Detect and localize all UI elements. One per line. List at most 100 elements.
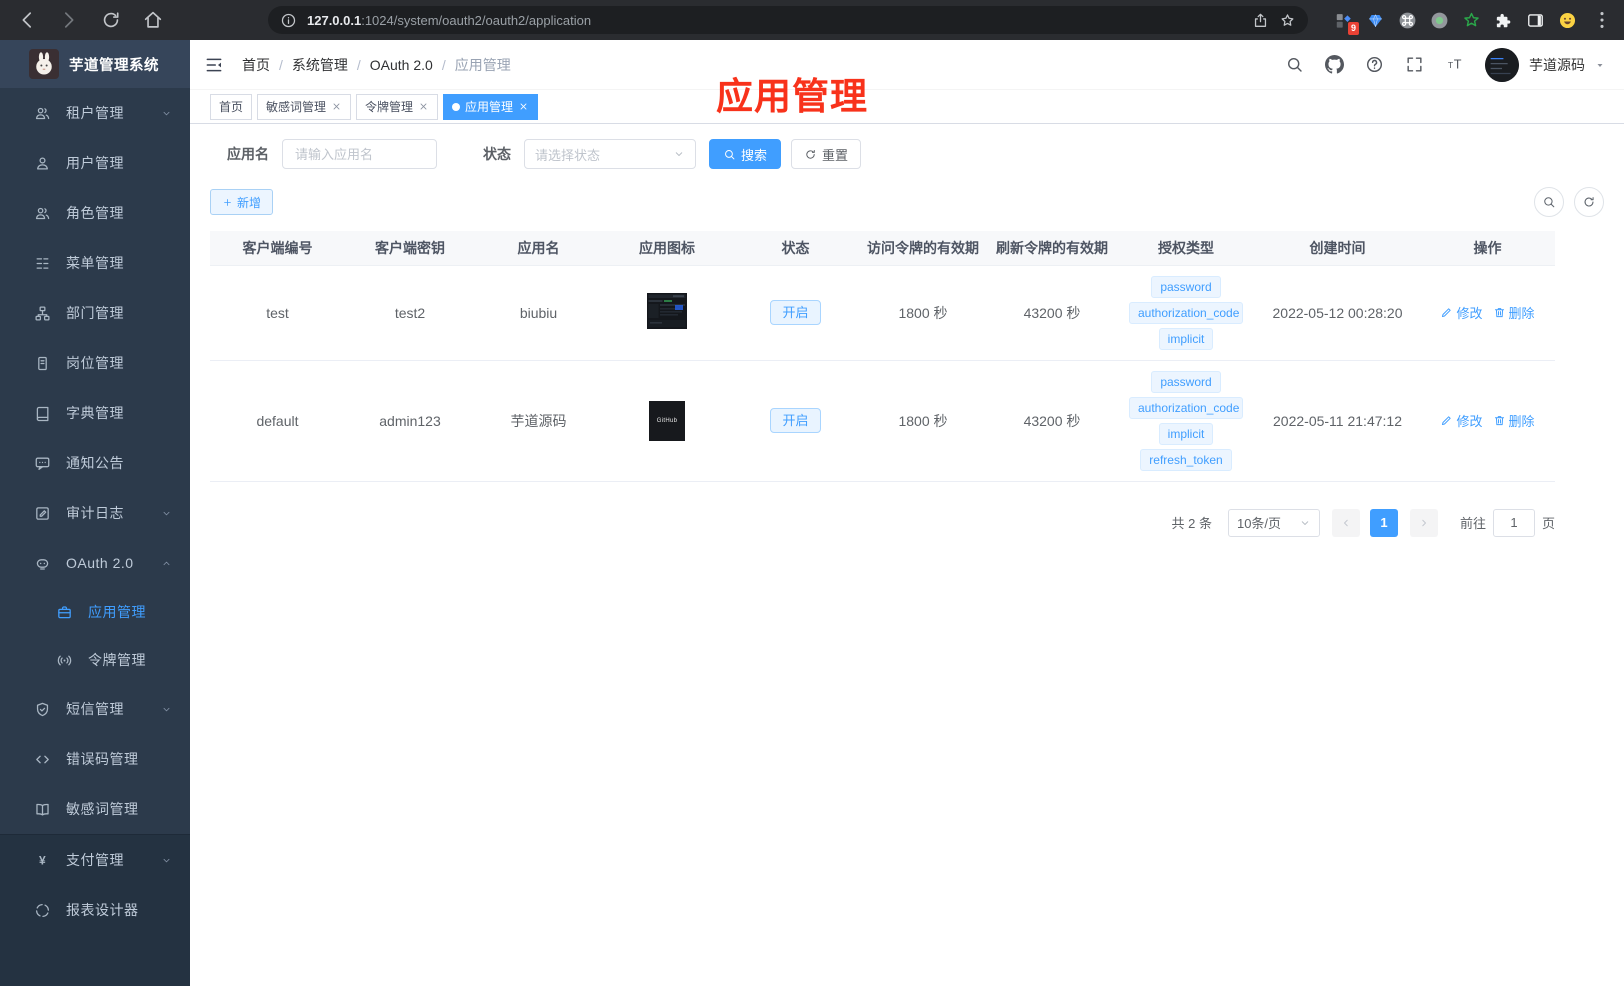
sidebar-item-label: 字典管理	[66, 405, 124, 421]
app-name-input[interactable]	[282, 139, 437, 169]
idcard-icon	[34, 355, 51, 372]
sidebar-item-role[interactable]: 角色管理	[0, 188, 190, 238]
sidebar-item-sensitive-word[interactable]: 敏感词管理	[0, 784, 190, 834]
status-select[interactable]: 请选择状态	[524, 139, 696, 169]
delete-button[interactable]: 删除	[1493, 411, 1535, 430]
compass-icon	[34, 902, 51, 919]
next-page-button[interactable]	[1409, 508, 1438, 537]
browser-reload-icon[interactable]	[100, 9, 122, 31]
sidebar-collapse-icon[interactable]	[204, 55, 224, 75]
toggle-search-button[interactable]	[1534, 187, 1564, 217]
chevron-down-icon	[161, 855, 172, 866]
browser-menu-icon[interactable]	[1591, 9, 1613, 31]
svg-text:¥: ¥	[39, 853, 46, 867]
tab-label: 应用管理	[465, 100, 514, 114]
side-panel-icon[interactable]	[1526, 11, 1545, 30]
fullscreen-icon[interactable]	[1405, 55, 1424, 74]
cell-operations: 修改 删除	[1420, 265, 1555, 361]
browser-home-icon[interactable]	[142, 9, 164, 31]
users-icon	[34, 105, 51, 122]
cell-client-id: default	[210, 360, 345, 482]
svg-text:T: T	[1454, 57, 1462, 71]
sidebar-item-label: 支付管理	[66, 852, 124, 868]
page-size-select[interactable]: 10条/页	[1227, 508, 1320, 537]
sidebar-item-tenant[interactable]: 租户管理	[0, 88, 190, 138]
breadcrumb-item[interactable]: OAuth 2.0	[370, 57, 433, 73]
site-info-icon[interactable]	[280, 12, 297, 29]
sidebar-item-menu[interactable]: 菜单管理	[0, 238, 190, 288]
sidebar-item-oauth2-application[interactable]: 应用管理	[0, 588, 190, 636]
status-label: 状态	[483, 146, 511, 162]
sidebar-item-dict[interactable]: 字典管理	[0, 388, 190, 438]
app-name-label: 应用名	[227, 146, 269, 162]
sidebar-item-label: 租户管理	[66, 105, 124, 121]
share-icon[interactable]	[1252, 12, 1269, 29]
extension-command-icon[interactable]	[1398, 11, 1417, 30]
applications-table: 客户端编号 客户端密钥 应用名 应用图标 状态 访问令牌的有效期 刷新令牌的有效期 授权类型创…	[210, 231, 1555, 482]
close-tab-icon[interactable]	[331, 101, 342, 112]
sidebar-item-sms[interactable]: 短信管理	[0, 684, 190, 734]
goto-page-input[interactable]	[1492, 508, 1535, 537]
add-button[interactable]: 新增	[210, 189, 274, 215]
extensions-puzzle-icon[interactable]	[1494, 11, 1513, 30]
profile-avatar-icon[interactable]	[1558, 11, 1577, 30]
close-tab-icon[interactable]	[518, 101, 529, 112]
cell-created-time: 2022-05-12 00:28:20	[1255, 265, 1420, 361]
url-bar[interactable]: 127.0.0.1:1024/system/oauth2/oauth2/appl…	[268, 6, 1308, 34]
tab-2[interactable]: 令牌管理	[356, 93, 439, 120]
extension-gem-icon[interactable]	[1366, 11, 1385, 30]
sidebar-item-oauth2-token[interactable]: 令牌管理	[0, 636, 190, 684]
app-icon-text: GitHub	[656, 417, 678, 424]
github-icon[interactable]	[1325, 55, 1344, 74]
extension-record-icon[interactable]	[1430, 11, 1449, 30]
bookmark-star-icon[interactable]	[1279, 12, 1296, 29]
help-icon[interactable]	[1365, 55, 1384, 74]
cell-refresh-ttl: 43200 秒	[987, 360, 1117, 482]
op-label: 修改	[1456, 414, 1483, 429]
table-tools	[1534, 187, 1604, 217]
reset-button[interactable]: 重置	[791, 139, 862, 169]
extension-star-icon[interactable]	[1462, 11, 1481, 30]
edit-button[interactable]: 修改	[1440, 303, 1483, 322]
breadcrumb-item[interactable]: 首页	[242, 55, 270, 75]
browser-forward-icon[interactable]	[58, 9, 80, 31]
tab-label: 令牌管理	[365, 100, 414, 114]
sidebar-item-pay[interactable]: ¥ 支付管理	[0, 835, 190, 885]
close-tab-icon[interactable]	[418, 101, 429, 112]
filter-form: 应用名 状态 请选择状态 搜索 重置	[210, 138, 1604, 170]
browser-back-icon[interactable]	[16, 9, 38, 31]
cell-status: 开启	[732, 265, 859, 361]
tags-view-bar: 首页 敏感词管理 令牌管理 应用管理	[190, 90, 1624, 124]
breadcrumb-item[interactable]: 系统管理	[292, 55, 348, 75]
sidebar-item-error-code[interactable]: 错误码管理	[0, 734, 190, 784]
yen-icon: ¥	[34, 852, 51, 869]
search-icon[interactable]	[1285, 55, 1304, 74]
sidebar-item-report-designer[interactable]: 报表设计器	[0, 885, 190, 935]
chevron-down-icon	[161, 508, 172, 519]
grant-type-tags: password authorization_code implicit	[1121, 275, 1251, 350]
delete-button[interactable]: 删除	[1493, 303, 1535, 322]
annotation-overlay: 应用管理	[716, 76, 868, 117]
search-button[interactable]: 搜索	[709, 139, 782, 169]
sidebar-item-user[interactable]: 用户管理	[0, 138, 190, 188]
extension-grid-icon[interactable]: 9	[1334, 11, 1359, 35]
refresh-table-button[interactable]	[1574, 187, 1604, 217]
page-number-button[interactable]: 1	[1369, 508, 1398, 537]
sidebar-item-audit-log[interactable]: 审计日志	[0, 488, 190, 538]
tab-1[interactable]: 敏感词管理	[257, 93, 352, 120]
sidebar-item-label: 报表设计器	[66, 902, 139, 918]
goto-label: 前往	[1459, 516, 1486, 531]
sidebar-item-notice[interactable]: 通知公告	[0, 438, 190, 488]
tab-3[interactable]: 应用管理	[443, 93, 539, 120]
edit-button[interactable]: 修改	[1440, 411, 1483, 430]
font-size-icon[interactable]: TT	[1445, 55, 1464, 74]
user-avatar[interactable]	[1485, 47, 1519, 82]
code-icon	[34, 751, 51, 768]
user-menu-caret-icon[interactable]	[1594, 59, 1606, 71]
sidebar-item-post[interactable]: 岗位管理	[0, 338, 190, 388]
sidebar-item-dept[interactable]: 部门管理	[0, 288, 190, 338]
sidebar-item-oauth2[interactable]: OAuth 2.0	[0, 538, 190, 588]
tab-0[interactable]: 首页	[210, 93, 253, 120]
prev-page-button[interactable]	[1331, 508, 1360, 537]
url-text: 127.0.0.1:1024/system/oauth2/oauth2/appl…	[307, 12, 592, 28]
